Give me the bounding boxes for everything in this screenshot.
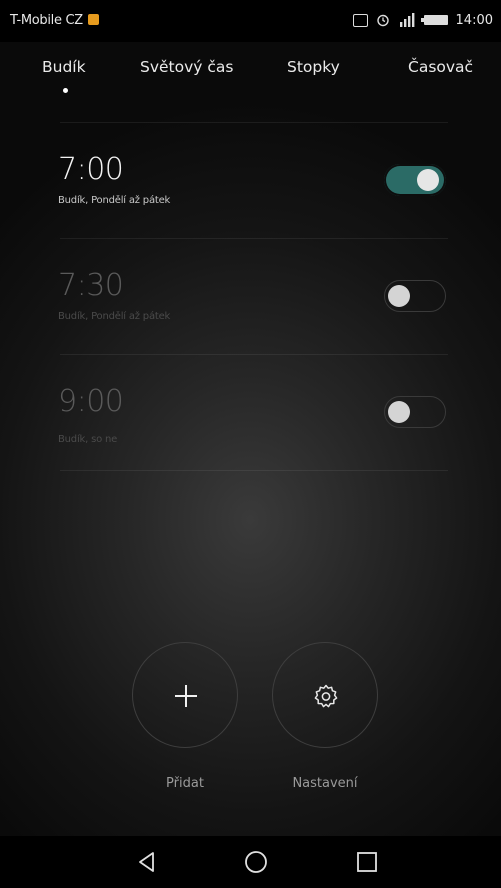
alarm-toggle[interactable]	[384, 396, 446, 428]
toggle-knob	[417, 169, 439, 191]
signal-icon	[399, 13, 414, 27]
nfc-icon	[352, 13, 368, 27]
alarm-toggle[interactable]	[384, 280, 446, 312]
alarm-item[interactable]: 7:00 Budík, Pondělí až pátek	[0, 122, 501, 238]
alarm-time: 7:30	[58, 268, 124, 303]
status-icons: 14:00	[352, 11, 493, 29]
tab-timer[interactable]: Časovač	[408, 58, 473, 76]
home-icon[interactable]	[243, 849, 269, 875]
alarm-item[interactable]: 9:00 Budík, so ne	[0, 354, 501, 470]
clock-app-screen: T-Mobile CZ 14:00 Budík Světový čas Stop…	[0, 0, 501, 888]
status-time: 14:00	[455, 12, 493, 28]
gear-icon	[314, 684, 338, 708]
status-bar: T-Mobile CZ 14:00	[0, 0, 501, 42]
battery-icon	[420, 15, 448, 25]
alarm-description: Budík, so ne	[58, 434, 118, 445]
tab-alarm[interactable]: Budík	[42, 58, 86, 76]
carrier: T-Mobile CZ	[10, 13, 99, 28]
navigation-bar	[0, 836, 501, 888]
back-icon[interactable]	[134, 849, 160, 875]
carrier-name: T-Mobile CZ	[10, 13, 83, 28]
recents-icon[interactable]	[354, 849, 380, 875]
divider	[60, 470, 448, 471]
settings-label: Nastavení	[292, 776, 358, 791]
active-tab-indicator	[63, 88, 68, 93]
alarm-clock-icon	[376, 14, 389, 27]
settings-button[interactable]	[272, 642, 378, 748]
alarm-toggle[interactable]	[384, 164, 446, 196]
tab-stopwatch[interactable]: Stopky	[287, 58, 340, 76]
add-alarm-label: Přidat	[166, 776, 204, 791]
notification-badge-icon	[87, 14, 99, 25]
toggle-knob	[388, 285, 410, 307]
tab-world-clock[interactable]: Světový čas	[140, 58, 233, 76]
toggle-knob	[388, 401, 410, 423]
alarm-time: 9:00	[58, 384, 124, 419]
plus-icon	[175, 685, 197, 707]
tab-bar: Budík Světový čas Stopky Časovač	[0, 58, 501, 98]
add-alarm-button[interactable]	[132, 642, 238, 748]
alarm-item[interactable]: 7:30 Budík, Pondělí až pátek	[0, 238, 501, 354]
alarm-description: Budík, Pondělí až pátek	[58, 311, 171, 322]
alarm-description: Budík, Pondělí až pátek	[58, 195, 171, 206]
alarm-time: 7:00	[58, 152, 124, 187]
